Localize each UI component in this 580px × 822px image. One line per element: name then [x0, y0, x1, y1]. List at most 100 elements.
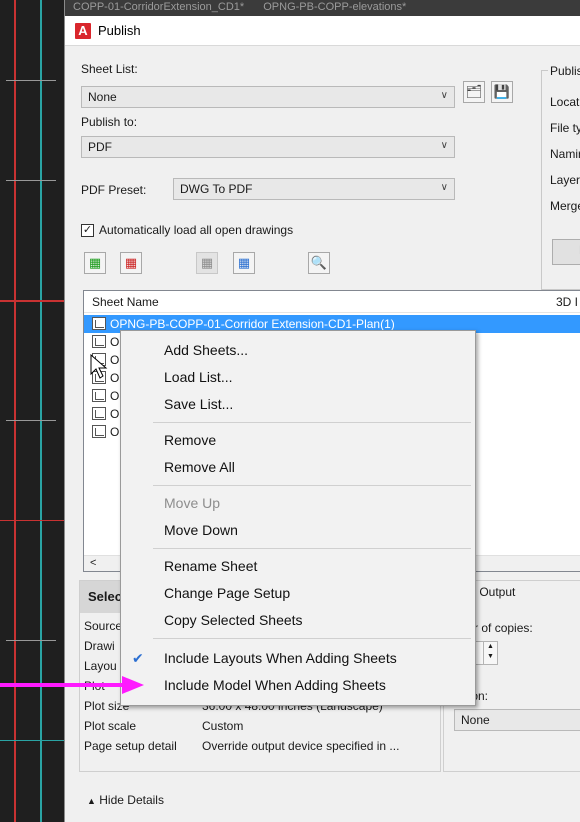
menu-item-label: Move Down [164, 522, 238, 538]
menu-item-label: Copy Selected Sheets [164, 612, 303, 628]
menu-item-save-list[interactable]: Save List... [121, 390, 475, 417]
menu-item-label: Add Sheets... [164, 342, 249, 358]
chevron-down-icon: ∨ [440, 182, 448, 193]
preview-icon: 🔍 [310, 255, 328, 270]
title-bar: A Publish [65, 16, 580, 46]
triangle-up-icon: ▲ [87, 796, 96, 806]
file-type-label: File ty [550, 121, 580, 135]
sheet-name: O [110, 353, 120, 367]
autocad-logo-icon: A [75, 23, 91, 39]
menu-item-include-layouts[interactable]: ✔ Include Layouts When Adding Sheets [121, 644, 475, 671]
sheet-list-label: Sheet List: [81, 62, 138, 76]
sheet-list-combo[interactable]: None ∨ [81, 86, 455, 108]
move-up-button[interactable]: ▦ [196, 252, 218, 274]
pdf-preset-value: DWG To PDF [180, 182, 253, 196]
menu-item-move-down[interactable]: Move Down [121, 516, 475, 543]
menu-item-label: Move Up [164, 495, 221, 511]
mouse-pointer-icon [90, 354, 108, 379]
save-sheet-list-button[interactable]: 💾 [491, 81, 513, 103]
menu-separator [153, 548, 471, 549]
details-key: Plot scale [84, 719, 137, 733]
sheet-name: O [110, 371, 120, 385]
stepper-arrows-icon[interactable]: ▲ ▼ [483, 642, 497, 664]
annotation-arrow-head-icon [122, 676, 144, 694]
publish-options-button[interactable]: P [552, 239, 580, 265]
naming-label: Namir [550, 147, 580, 161]
sheet-icon [92, 425, 106, 438]
move-down-button[interactable]: ▦ [233, 252, 255, 274]
document-tabs: COPP-01-CorridorExtension_CD1* OPNG-PB-C… [65, 0, 580, 16]
chevron-down-icon: ∨ [440, 90, 448, 101]
hide-details-button[interactable]: ▲ Hide Details [87, 793, 164, 807]
menu-item-label: Load List... [164, 369, 233, 385]
menu-separator [153, 638, 471, 639]
menu-item-add-sheets[interactable]: Add Sheets... [121, 336, 475, 363]
add-sheet-icon: ▦ [88, 255, 102, 270]
load-sheet-list-button[interactable]: 🗂 [463, 81, 485, 103]
doc-tab[interactable]: COPP-01-CorridorExtension_CD1* [65, 0, 252, 13]
preview-button[interactable]: 🔍 [308, 252, 330, 274]
sheet-icon [92, 335, 106, 348]
sheet-list-value: None [88, 90, 117, 104]
context-menu: Add Sheets... Load List... Save List... … [120, 330, 476, 706]
auto-load-label: Automatically load all open drawings [99, 223, 294, 237]
menu-item-copy-selected-sheets[interactable]: Copy Selected Sheets [121, 606, 475, 633]
details-key: Page setup detail [84, 739, 177, 753]
sheet-name: O [110, 335, 120, 349]
chevron-down-icon: ∨ [440, 140, 448, 151]
add-sheets-button[interactable]: ▦ [84, 252, 106, 274]
pdf-preset-label: PDF Preset: [81, 183, 147, 197]
checkmark-icon: ✔ [132, 650, 144, 666]
sheet-name: O [110, 407, 120, 421]
sheet-icon [92, 407, 106, 420]
menu-item-include-model[interactable]: Include Model When Adding Sheets [121, 671, 475, 698]
publish-location-label: Locat [550, 95, 580, 109]
precision-value: None [461, 713, 490, 727]
scroll-left-icon[interactable]: < [90, 557, 96, 569]
menu-item-remove-all[interactable]: Remove All [121, 453, 475, 480]
remove-sheet-icon: ▦ [124, 255, 138, 270]
menu-item-label: Remove All [164, 459, 235, 475]
menu-item-label: Include Model When Adding Sheets [164, 677, 386, 693]
folder-open-icon: 🗂 [465, 84, 483, 99]
details-value: Custom [202, 719, 244, 733]
menu-item-label: Change Page Setup [164, 585, 291, 601]
move-up-icon: ▦ [200, 255, 214, 270]
publish-to-value: PDF [88, 140, 112, 154]
menu-item-move-up: Move Up [121, 489, 475, 516]
remove-sheets-button[interactable]: ▦ [120, 252, 142, 274]
layer-label: Layer [550, 173, 580, 187]
menu-item-label: Include Layouts When Adding Sheets [164, 650, 397, 666]
menu-item-change-page-setup[interactable]: Change Page Setup [121, 579, 475, 606]
column-header-sheet-name[interactable]: Sheet Name [92, 295, 159, 309]
column-header-3d[interactable]: 3D I [556, 295, 578, 309]
move-down-icon: ▦ [237, 255, 251, 270]
doc-tab[interactable]: OPNG-PB-COPP-elevations* [255, 0, 414, 13]
menu-item-load-list[interactable]: Load List... [121, 363, 475, 390]
menu-item-remove[interactable]: Remove [121, 426, 475, 453]
table-header: Sheet Name 3D I [84, 291, 580, 313]
save-icon: 💾 [493, 84, 511, 99]
annotation-arrow [0, 683, 130, 687]
hide-details-label: Hide Details [99, 793, 164, 807]
auto-load-checkbox[interactable]: ✓ [81, 224, 94, 237]
cad-canvas-background [0, 0, 64, 822]
details-key: Layou [84, 659, 117, 673]
precision-combo[interactable]: None [454, 709, 580, 731]
details-key: Drawi [84, 639, 115, 653]
menu-item-label: Remove [164, 432, 217, 448]
publish-options-group: Publish Locat File ty Namir Layer Merge … [541, 64, 580, 290]
sheet-name: O [110, 389, 120, 403]
publish-options-title: Publish [548, 64, 580, 78]
menu-item-label: Rename Sheet [164, 558, 258, 574]
publish-to-combo[interactable]: PDF ∨ [81, 136, 455, 158]
menu-separator [153, 485, 471, 486]
menu-item-rename-sheet[interactable]: Rename Sheet [121, 552, 475, 579]
pdf-preset-combo[interactable]: DWG To PDF ∨ [173, 178, 455, 200]
publish-to-label: Publish to: [81, 115, 138, 129]
sheet-icon [92, 389, 106, 402]
sheet-name: OPNG-PB-COPP-01-Corridor Extension-CD1-P… [110, 317, 395, 331]
sheet-icon [92, 317, 106, 330]
menu-separator [153, 422, 471, 423]
menu-item-label: Save List... [164, 396, 234, 412]
